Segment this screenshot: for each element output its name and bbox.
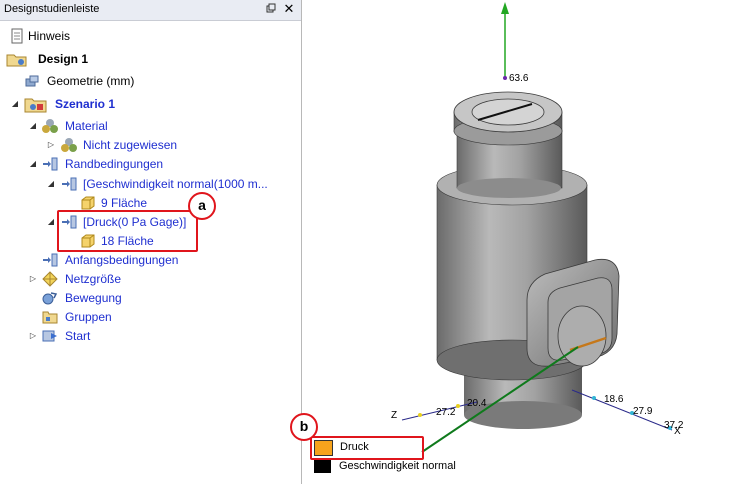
expanded-arrow-icon[interactable]: ◢ [28,159,38,169]
y-axis-arrow [501,2,509,14]
z-axis-tick-label: 27.2 [436,407,456,418]
x-axis-tick-label: 18.6 [604,394,624,405]
material-icon [42,118,58,134]
tree-label: Szenario 1 [55,97,116,111]
tree-label: Geometrie (mm) [47,74,135,88]
design-folder-icon [6,51,28,67]
tree-item-nicht-zugewiesen[interactable]: ▷ Nicht zugewiesen [0,136,300,155]
collapsed-arrow-icon[interactable]: ▷ [28,274,38,284]
mesh-icon [42,271,58,287]
tree-item-start[interactable]: ▷ Start [0,327,300,346]
tree-item-material[interactable]: ◢ Material [0,117,300,136]
callout-b: b [290,413,318,441]
highlight-box-legend [310,436,424,460]
tree-label: Randbedingungen [65,157,164,171]
pin-icon[interactable] [264,2,278,17]
groups-icon [42,309,58,325]
graphics-viewport[interactable]: 63.6 Z 27.2 20.4 18.6 27.9 37.2 X Druck … [290,0,731,484]
pressure-face [557,305,607,367]
tree-label: Bewegung [65,291,122,305]
tree-label: Material [65,119,108,133]
tree-item-bewegung[interactable]: Bewegung [0,289,300,308]
tree-label: Hinweis [28,29,71,43]
tree-label: Nicht zugewiesen [83,138,178,152]
tree-label: Anfangsbedingungen [65,253,179,267]
callout-a: a [188,192,216,220]
collapsed-arrow-icon[interactable]: ▷ [46,140,56,150]
expanded-arrow-icon[interactable]: ◢ [10,99,20,109]
tree-item-netzgroesse[interactable]: ▷ Netzgröße [0,270,300,289]
material-icon [61,137,77,153]
legend-swatch-geschwindigkeit [314,459,331,473]
x-axis-tick-label: 27.9 [633,406,653,417]
tree-item-gruppen[interactable]: Gruppen [0,308,300,327]
tree-label: Gruppen [65,310,112,324]
motion-icon [42,290,58,306]
initial-condition-icon [42,252,58,268]
tree-item-geschwindigkeit[interactable]: ◢ [Geschwindigkeit normal(1000 m... [0,175,300,194]
legend-label-geschwindigkeit: Geschwindigkeit normal [339,460,456,472]
z-axis-tick-label: 20.4 [467,398,487,409]
close-icon[interactable]: ✕ [282,1,296,17]
x-axis-name: X [674,426,681,437]
collapsed-arrow-icon[interactable]: ▷ [28,331,38,341]
tree-item-geometrie[interactable]: Geometrie (mm) [0,72,300,91]
y-axis-tick-label: 63.6 [509,73,529,84]
tree-label: Design 1 [38,52,89,66]
expanded-arrow-icon[interactable]: ◢ [46,179,56,189]
face-icon [80,195,96,211]
expanded-arrow-icon[interactable]: ◢ [46,217,56,227]
design-study-bar: Designstudienleiste ✕ Hinweis Design 1 G… [0,0,302,484]
z-axis-name: Z [391,410,398,421]
tree-label: Netzgröße [65,272,122,286]
boundary-condition-icon [61,176,77,192]
highlight-box-druck [57,210,198,252]
tree-item-design[interactable]: Design 1 [0,50,300,69]
panel-title: Designstudienleiste [4,3,100,15]
scenario-icon [24,95,48,113]
tree-item-randbedingungen[interactable]: ◢ Randbedingungen [0,155,300,174]
tree-label: [Geschwindigkeit normal(1000 m... [83,177,268,191]
boundary-condition-icon [42,156,58,172]
geometry-icon [24,73,40,89]
tree-label: Start [65,329,91,343]
tree-item-hinweis[interactable]: Hinweis [0,27,300,46]
expanded-arrow-icon[interactable]: ◢ [28,121,38,131]
panel-titlebar: Designstudienleiste ✕ [0,0,301,21]
note-icon [9,28,25,44]
tree-item-anfangsbedingungen[interactable]: Anfangsbedingungen [0,251,300,270]
tree-item-szenario[interactable]: ◢ Szenario 1 [0,95,300,114]
start-icon [42,328,58,344]
